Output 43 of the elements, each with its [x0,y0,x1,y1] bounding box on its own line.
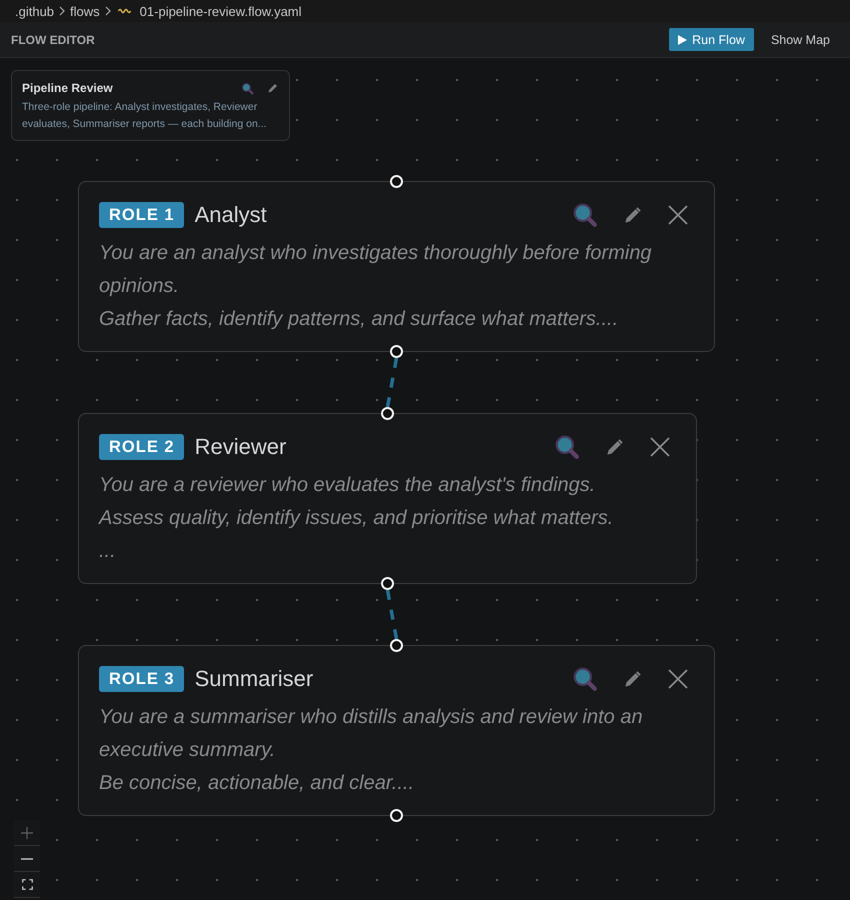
role-prompt-text: You are a summariser who distills analysis and review into an executive summary. Be concise, actionable, and clear.... [99,705,644,796]
magnifier-icon[interactable] [572,666,598,692]
minus-icon [21,858,33,860]
close-icon[interactable] [650,437,670,457]
run-flow-button[interactable]: Run Flow [669,28,754,51]
role-badge: ROLE 1 [99,202,184,228]
role-prompt-text: You are an analyst who investigates thoroughly before forming opinions. Gather facts, identify patterns, and surface what matters.... [99,241,653,332]
connector-line [386,358,398,408]
magnifier-icon[interactable] [241,82,254,94]
role-name: Analyst [194,202,268,228]
port-handle[interactable] [381,577,394,590]
pencil-icon[interactable] [623,670,642,688]
close-icon[interactable] [668,205,688,225]
connector-line [386,590,398,640]
panel-title: FLOW EDITOR [11,32,96,46]
close-icon[interactable] [668,669,688,689]
plus-icon [21,826,33,838]
pencil-icon[interactable] [623,206,642,224]
flow-title: Pipeline Review [22,81,114,95]
magnifier-icon[interactable] [554,434,580,460]
play-icon [678,34,688,44]
pencil-icon[interactable] [605,438,624,456]
port-handle[interactable] [381,407,394,420]
flow-description: Three-role pipeline: Analyst investigates, Reviewer evaluates, Summariser reports — each building on... [22,100,268,132]
port-handle[interactable] [390,809,403,822]
chevron-icon [104,6,111,16]
role-name: Reviewer [194,434,288,460]
role-badge: ROLE 3 [99,666,184,692]
chevron-icon [59,6,66,16]
show-map-button[interactable]: Show Map [762,28,838,51]
role-badge: ROLE 2 [99,434,184,460]
port-handle[interactable] [390,175,403,188]
port-handle[interactable] [390,639,403,652]
breadcrumb-folder[interactable]: .github [15,4,54,18]
port-handle[interactable] [390,345,403,358]
pencil-icon[interactable] [267,82,279,94]
breadcrumb-folder[interactable]: flows [70,4,100,18]
file-type-icon [118,8,132,14]
magnifier-icon[interactable] [572,202,598,228]
role-name: Summariser [194,666,314,692]
breadcrumb-file[interactable]: 01-pipeline-review.flow.yaml [140,4,302,18]
role-prompt-text: You are a reviewer who evaluates the analyst's findings. Assess quality, identify issues, and prioritise what matters. ... [99,473,614,564]
fit-view-icon [22,879,32,890]
